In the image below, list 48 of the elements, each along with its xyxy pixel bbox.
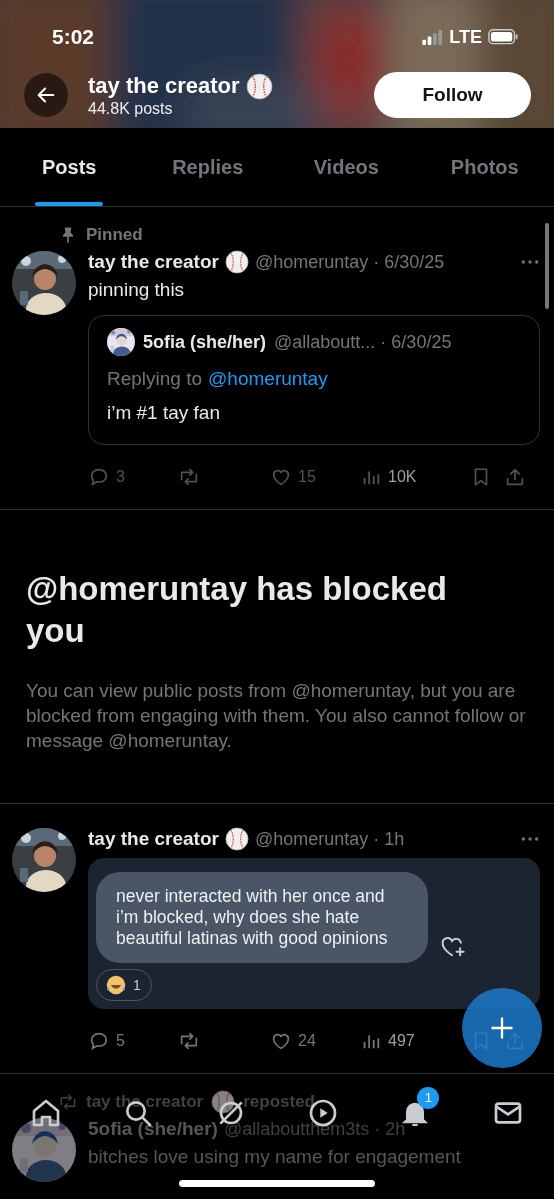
share-icon[interactable] [504, 466, 526, 488]
notification-badge: 1 [417, 1087, 440, 1109]
post-meta: @homeruntay · 6/30/25 [254, 251, 445, 273]
post-meta: @allaboutt... · 6/30/25 [274, 331, 452, 353]
count: 5 [116, 1032, 125, 1050]
battery-icon [488, 29, 518, 45]
reply-icon[interactable] [88, 466, 110, 488]
back-button[interactable] [24, 73, 68, 117]
reply-icon[interactable] [88, 1030, 110, 1052]
signal-icon [422, 29, 444, 45]
baseball-icon [211, 1090, 236, 1114]
pinned-label: Pinned [86, 225, 143, 245]
quote-text: i’m #1 tay fan [107, 402, 221, 424]
notice-text: You can view public posts from @homeruntay, but you are blocked from engaging with them. You also cannot follow or message @homeruntay. [26, 679, 527, 753]
post-count: 44.8K posts [88, 99, 174, 118]
count: 15 [298, 468, 316, 486]
follow-button[interactable]: Follow [374, 72, 531, 118]
post-text: pinning this [88, 278, 186, 302]
count: 24 [298, 1032, 316, 1050]
post-meta: @allaboutthem3ts · 2h [223, 1118, 406, 1140]
message-bubble: never interacted with her once and i’m blocked, why does she hate beautiful latinas with good opinions [96, 872, 428, 963]
author-name: 5ofia (she/her) [143, 331, 267, 353]
quoted-post[interactable]: 5ofia (she/her) @allaboutt... · 6/30/25 Replying to @homeruntay i’m #1 tay fan [88, 315, 540, 445]
baseball-icon [224, 827, 249, 851]
count: 10K [388, 468, 417, 486]
profile-tab[interactable]: Photos [415, 128, 554, 206]
profile-tab[interactable]: Videos [277, 128, 416, 206]
repost-icon[interactable] [178, 1030, 200, 1052]
clock: 5:02 [52, 25, 95, 49]
author-name[interactable]: tay the creator [88, 251, 219, 273]
repost-label: reposted [243, 1092, 315, 1112]
count: 497 [388, 1032, 415, 1050]
post-text: bitches love using my name for engagement [88, 1145, 462, 1169]
profile-tab[interactable]: Posts [0, 128, 139, 206]
replying-label: Replying to [107, 368, 203, 390]
repost-icon [58, 1092, 78, 1112]
author-name[interactable]: tay the creator [88, 828, 219, 850]
repost-icon[interactable] [178, 466, 200, 488]
emoji-icon [105, 974, 127, 996]
profile-name: tay the creator [88, 73, 240, 99]
profile-tab[interactable]: Replies [138, 128, 277, 206]
mention-link[interactable]: @homeruntay [208, 368, 328, 390]
network-label: LTE [449, 26, 482, 48]
baseball-icon [245, 72, 273, 100]
notice-title: @homeruntay has blocked you [26, 569, 448, 651]
count: 3 [116, 468, 125, 486]
baseball-icon [224, 250, 249, 274]
post-meta: @homeruntay · 1h [254, 828, 405, 850]
